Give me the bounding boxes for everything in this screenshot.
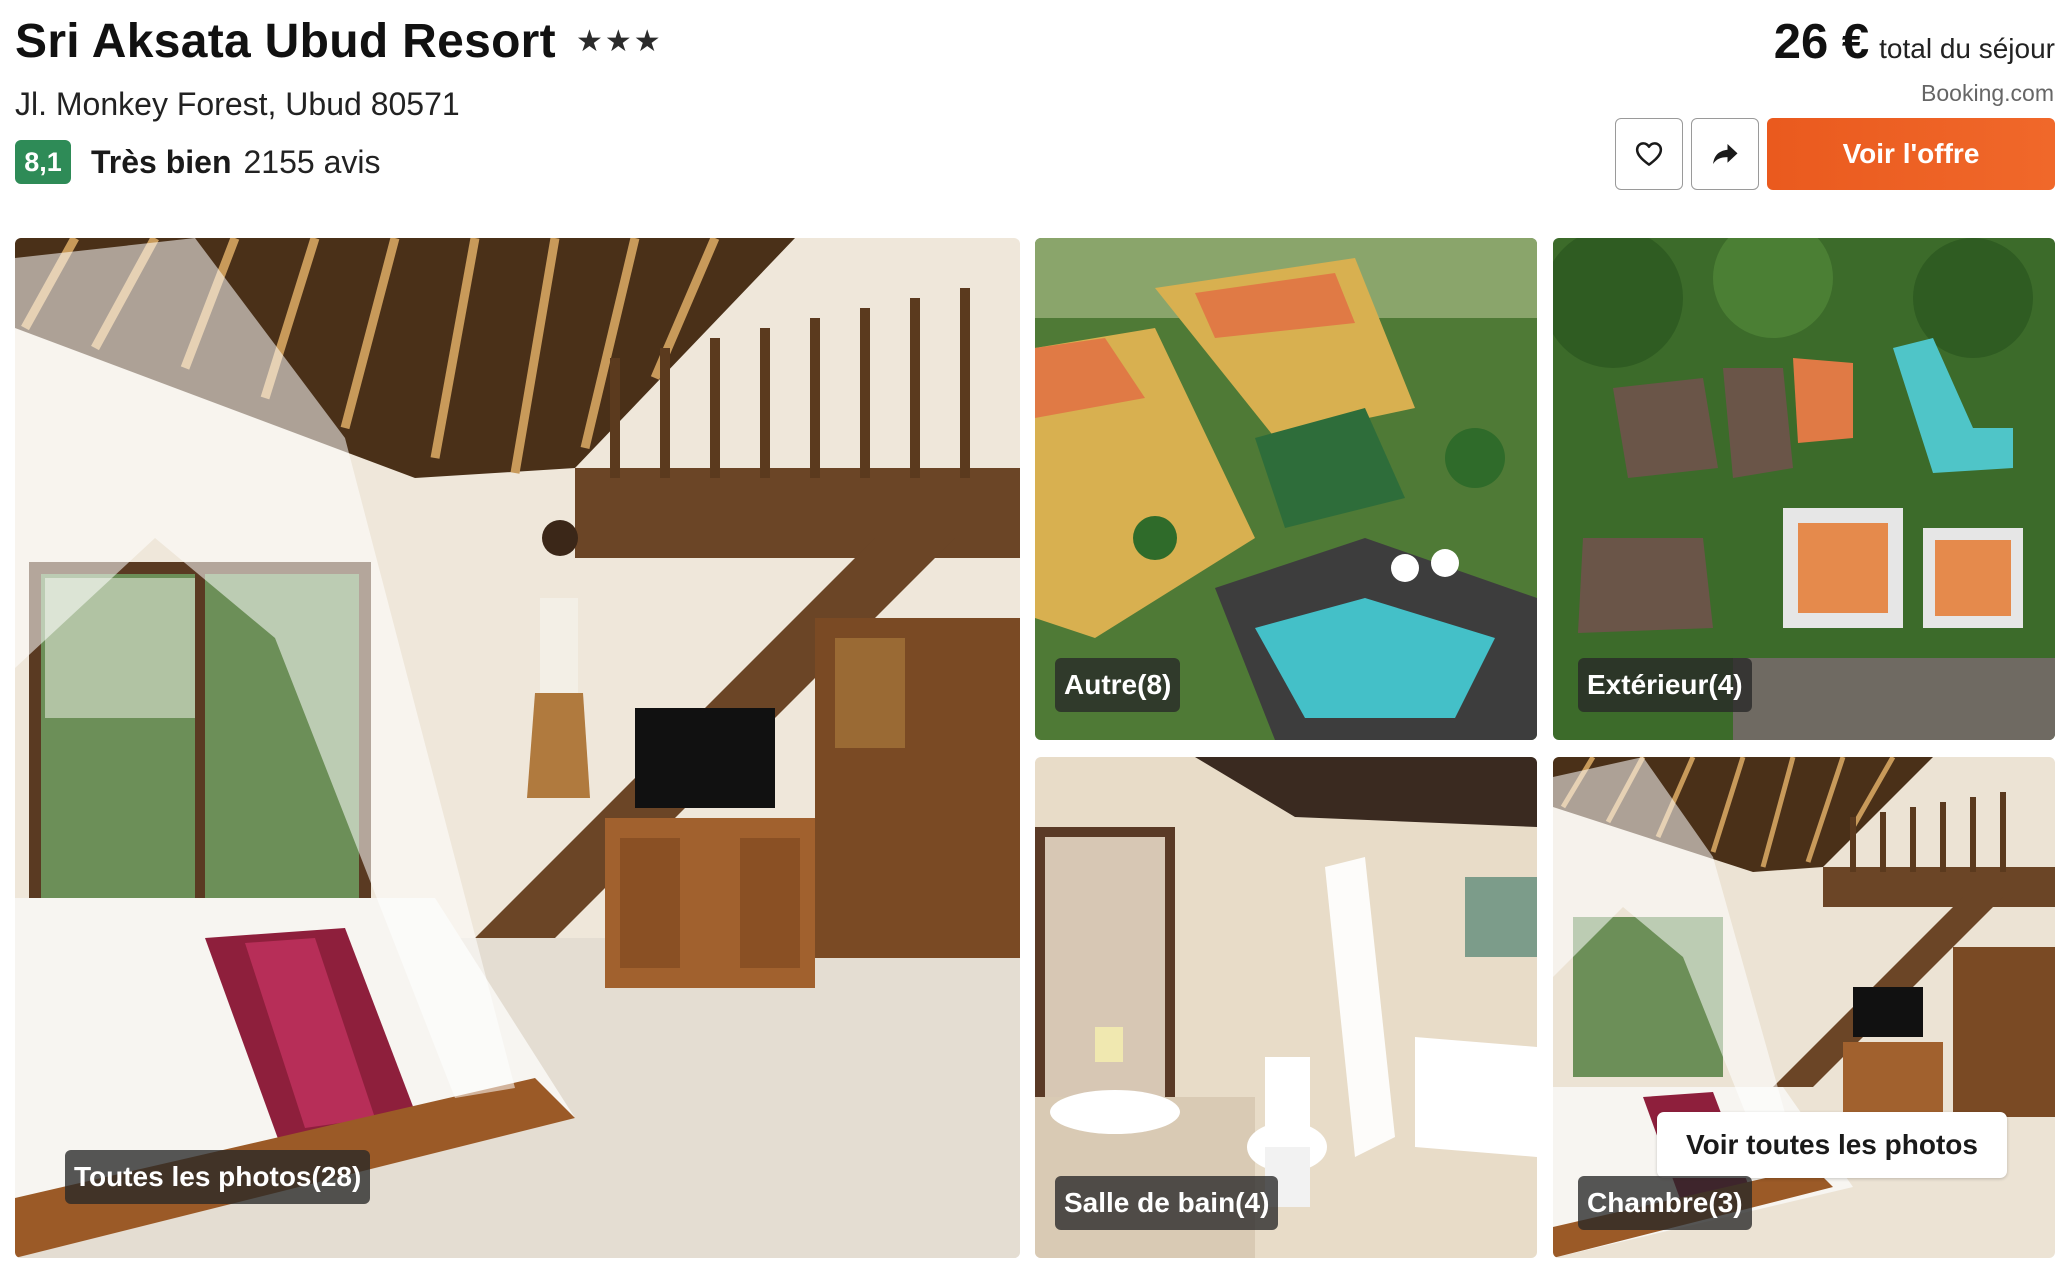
rating-label: Très bien [91, 143, 232, 180]
bathroom-photos-chip[interactable]: Salle de bain(4) [1055, 1176, 1279, 1230]
view-offer-button[interactable]: Voir l'offre [1767, 118, 2055, 190]
reviews-count[interactable]: 2155 avis [244, 144, 381, 181]
heart-icon [1635, 142, 1663, 166]
star-icon: ★ [575, 24, 603, 58]
rating-row[interactable]: 8,1 Très bien 2155 avis [15, 140, 380, 184]
photo-exterior[interactable]: Extérieur(4) [1553, 238, 2055, 740]
share-button[interactable] [1691, 118, 1759, 190]
score-badge: 8,1 [15, 140, 71, 184]
star-icon: ★ [604, 24, 632, 58]
provider-name: Booking.com [1921, 80, 2054, 106]
all-photos-chip[interactable]: Toutes les photos(28) [65, 1150, 371, 1204]
other-photos-chip[interactable]: Autre(8) [1055, 658, 1181, 712]
price-note: total du séjour [1879, 33, 2055, 64]
price-block: 26 € total du séjour [1774, 14, 2055, 70]
favorite-button[interactable] [1615, 118, 1683, 190]
action-buttons: Voir l'offre [1615, 118, 2055, 190]
room-photos-chip[interactable]: Chambre(3) [1578, 1176, 1752, 1230]
see-all-photos-button[interactable]: Voir toutes les photos [1657, 1112, 2007, 1178]
photo-other[interactable]: Autre(8) [1035, 238, 1537, 740]
photo-main-bedroom[interactable]: Toutes les photos(28) [15, 238, 1020, 1258]
exterior-photos-chip[interactable]: Extérieur(4) [1578, 658, 1752, 712]
share-arrow-icon [1713, 144, 1738, 164]
photo-room[interactable]: Voir toutes les photos Chambre(3) [1553, 757, 2055, 1258]
photo-bathroom[interactable]: Salle de bain(4) [1035, 757, 1537, 1258]
hotel-name: Sri Aksata Ubud Resort [15, 15, 556, 68]
hotel-address: Jl. Monkey Forest, Ubud 80571 [15, 86, 460, 122]
price: 26 € [1773, 15, 1870, 69]
hotel-title-row: Sri Aksata Ubud Resort ★ ★ ★ [15, 14, 661, 69]
star-icon: ★ [633, 24, 661, 58]
star-rating: ★ ★ ★ [575, 24, 661, 58]
bedroom-photo [15, 238, 1020, 1258]
